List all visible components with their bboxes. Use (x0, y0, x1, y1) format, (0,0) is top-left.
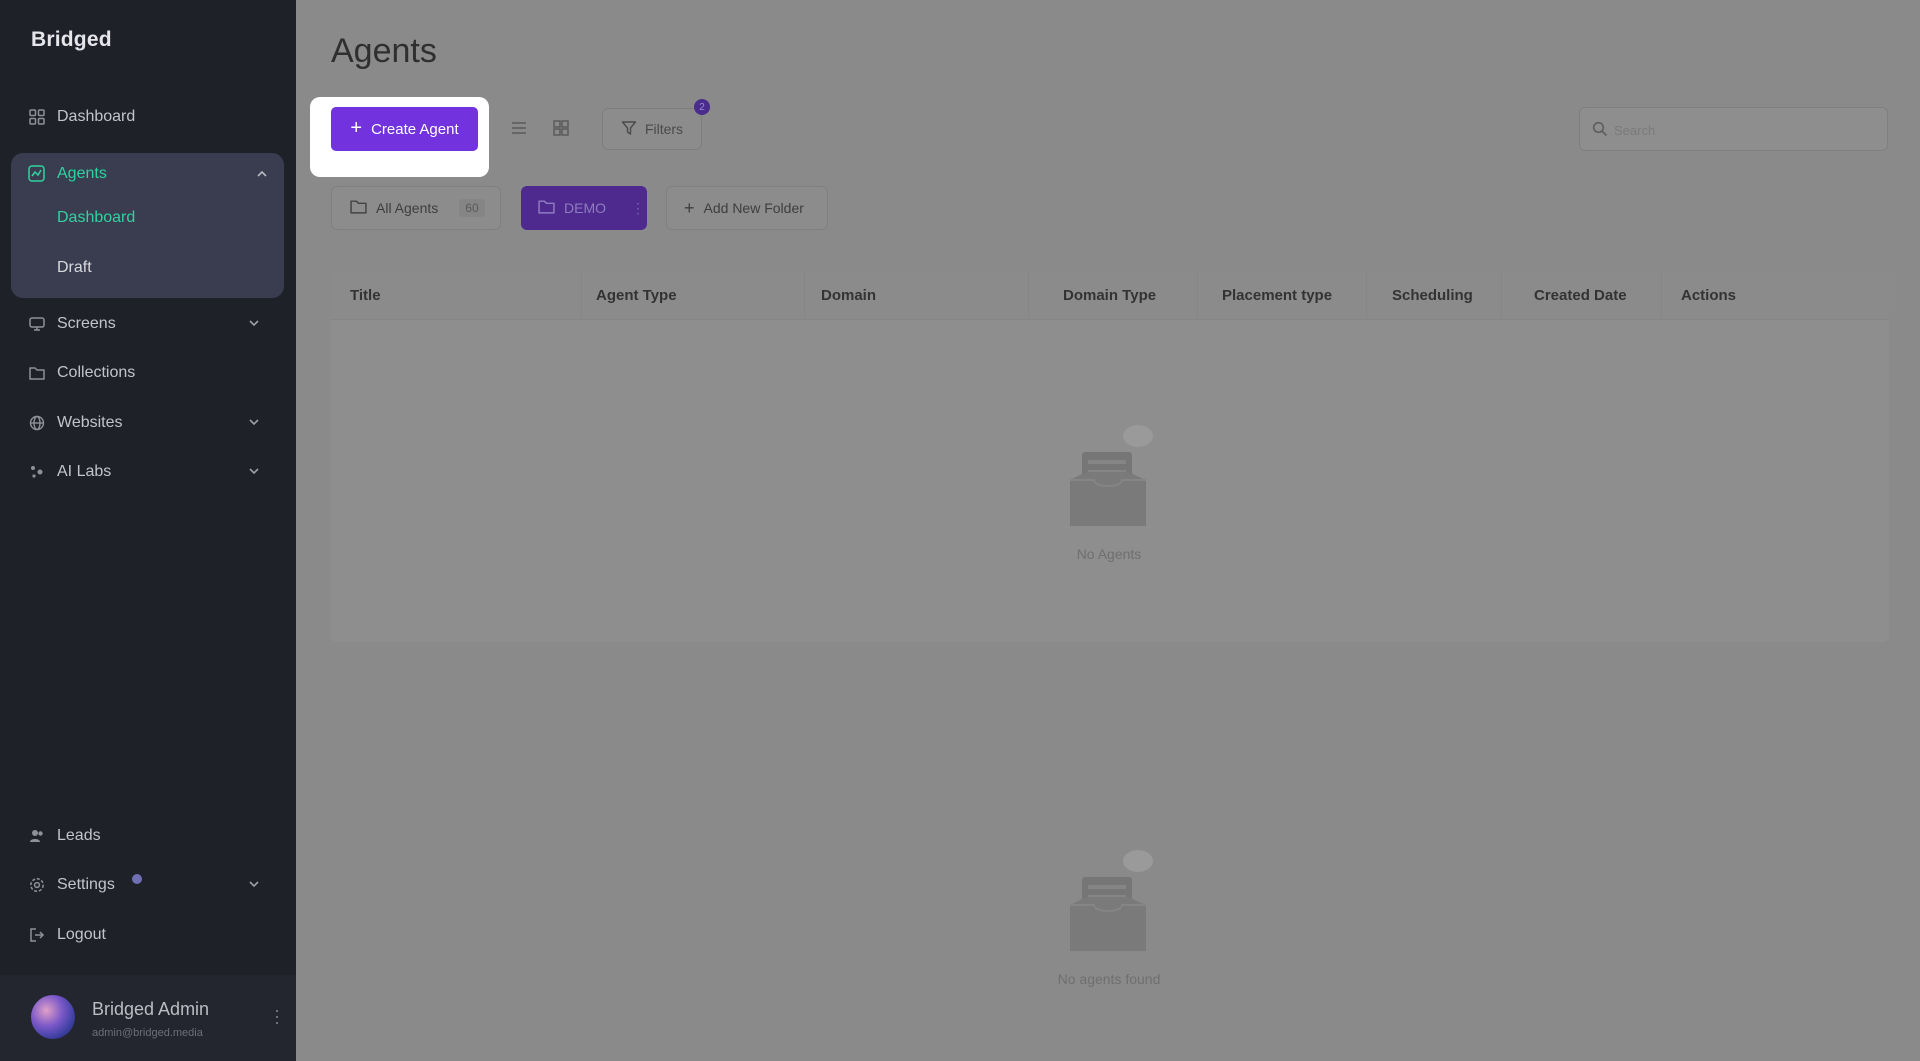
sidebar-item-label: Settings (57, 876, 115, 893)
sidebar-item-label: Websites (57, 414, 123, 431)
sidebar-item-leads[interactable]: Leads (28, 819, 272, 853)
column-header-created-date[interactable]: Created Date (1534, 287, 1627, 304)
table-empty-state: No Agents (1039, 422, 1179, 562)
grid-view-icon[interactable] (552, 119, 570, 137)
column-divider (1366, 272, 1367, 320)
chevron-up-icon[interactable] (256, 167, 268, 185)
sidebar-item-label: Dashboard (57, 108, 136, 125)
table-header: Title Agent Type Domain Domain Type Plac… (331, 272, 1889, 320)
filters-button[interactable]: Filters (602, 108, 702, 150)
list-view-icon[interactable] (510, 119, 528, 137)
column-divider (1501, 272, 1502, 320)
sidebar-item-ai-labs[interactable]: AI Labs (28, 455, 272, 489)
monitor-icon (28, 315, 46, 333)
sidebar-subitem-dashboard[interactable]: Dashboard (57, 209, 135, 227)
empty-state-label: No Agents (1076, 546, 1142, 562)
column-header-domain[interactable]: Domain (821, 287, 876, 304)
folder-label: All Agents (376, 200, 439, 216)
globe-icon (28, 414, 46, 432)
create-agent-button[interactable]: + Create Agent (331, 107, 478, 151)
sidebar-item-dashboard[interactable]: Dashboard (28, 100, 272, 134)
empty-state-label: No agents found (1057, 971, 1161, 987)
brand-logo[interactable]: Bridged (31, 28, 112, 52)
agents-table: Title Agent Type Domain Domain Type Plac… (331, 272, 1889, 642)
column-header-actions[interactable]: Actions (1681, 287, 1736, 304)
more-vertical-icon[interactable]: ⋮ (631, 200, 645, 217)
logout-icon (28, 926, 46, 944)
empty-inbox-icon (1054, 422, 1164, 532)
sidebar-item-label: Collections (57, 364, 136, 381)
column-divider (1197, 272, 1198, 320)
search-input[interactable] (1614, 119, 1864, 141)
folder-all-agents[interactable]: All Agents 60 (331, 186, 501, 230)
folder-icon (350, 198, 367, 218)
sidebar-group-agents: Agents Dashboard Draft (11, 153, 284, 298)
empty-inbox-icon (1054, 847, 1164, 957)
user-name: Bridged Admin (92, 999, 210, 1019)
folder-demo[interactable]: DEMO ⋮ (521, 186, 647, 230)
filters-count-badge: 2 (694, 99, 710, 115)
folder-label: DEMO (564, 200, 606, 216)
sidebar-item-websites[interactable]: Websites (28, 406, 272, 440)
folder-icon (28, 364, 46, 382)
sidebar-item-label: Agents (57, 165, 107, 182)
users-icon (28, 827, 46, 845)
column-header-title[interactable]: Title (350, 287, 381, 304)
filter-icon (621, 120, 637, 139)
empty-state: No agents found (1039, 847, 1179, 987)
create-agent-label: Create Agent (371, 120, 459, 138)
filters-label: Filters (644, 121, 684, 137)
plus-icon: + (350, 117, 363, 139)
chart-icon (28, 165, 46, 183)
add-folder-label: Add New Folder (703, 200, 804, 216)
sidebar-item-collections[interactable]: Collections (28, 356, 272, 390)
user-profile[interactable]: Bridged Admin admin@bridged.media · · · (0, 975, 296, 1061)
column-divider (1661, 272, 1662, 320)
sidebar-item-logout[interactable]: Logout (28, 918, 272, 952)
sidebar-subitem-draft[interactable]: Draft (57, 259, 92, 277)
plus-icon: + (684, 198, 695, 218)
search-box (1579, 107, 1888, 151)
sidebar-item-label: Logout (57, 926, 106, 943)
notification-dot (132, 874, 142, 884)
column-divider (1028, 272, 1029, 320)
column-header-scheduling[interactable]: Scheduling (1392, 287, 1473, 304)
column-divider (581, 272, 582, 320)
search-icon (1592, 121, 1608, 142)
sidebar-item-label: Screens (57, 315, 116, 332)
avatar (31, 995, 75, 1039)
column-header-agent-type[interactable]: Agent Type (596, 287, 677, 304)
sidebar-item-label: AI Labs (57, 463, 112, 480)
column-header-placement-type[interactable]: Placement type (1222, 287, 1332, 304)
page-title: Agents (331, 32, 437, 70)
chevron-down-icon[interactable] (248, 464, 262, 478)
chevron-down-icon[interactable] (248, 316, 262, 330)
sparkle-icon (28, 463, 46, 481)
gear-icon (28, 876, 46, 894)
more-vertical-icon[interactable]: · · · (274, 1001, 280, 1031)
chevron-down-icon[interactable] (248, 415, 262, 429)
folder-icon (538, 198, 555, 218)
add-new-folder-button[interactable]: + Add New Folder (666, 186, 828, 230)
grid-icon (28, 108, 46, 126)
folder-count: 60 (459, 199, 485, 217)
sidebar-item-settings[interactable]: Settings (28, 868, 272, 902)
sidebar: Bridged Dashboard Agents Dashboard Draft… (0, 0, 296, 1061)
column-header-domain-type[interactable]: Domain Type (1063, 287, 1156, 304)
user-email: admin@bridged.media (92, 1027, 203, 1039)
sidebar-item-label: Leads (57, 827, 101, 844)
sidebar-item-agents[interactable]: Agents (28, 153, 278, 195)
column-divider (804, 272, 805, 320)
sidebar-item-screens[interactable]: Screens (28, 307, 272, 341)
chevron-down-icon[interactable] (248, 877, 262, 891)
